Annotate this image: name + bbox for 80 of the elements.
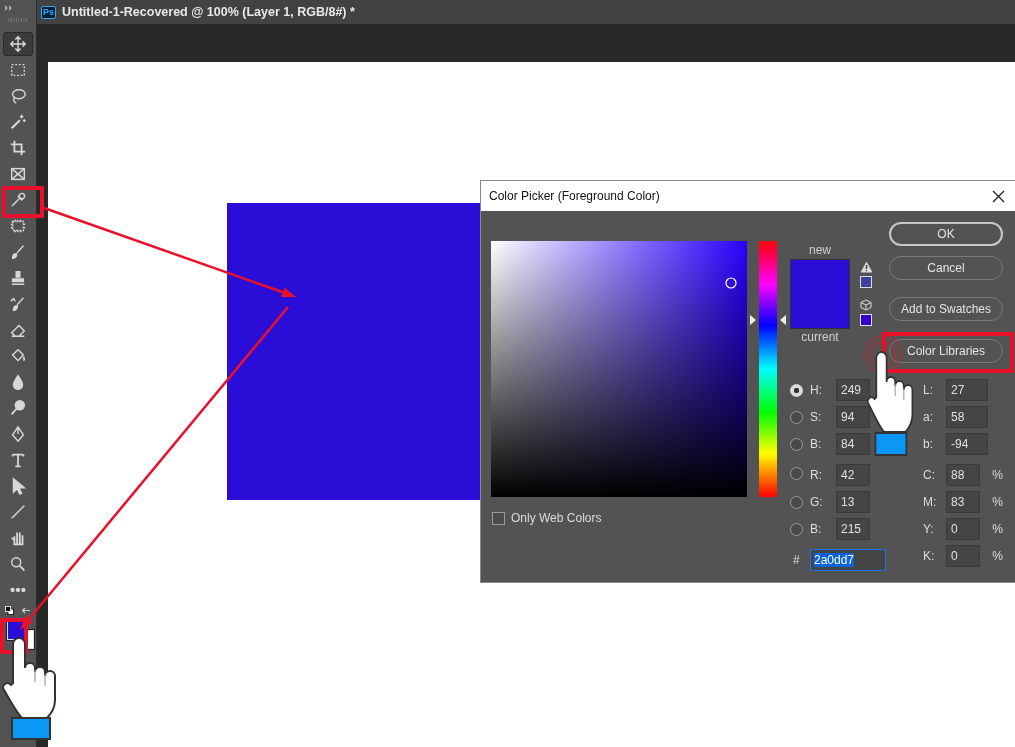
field-label: H: — [810, 382, 823, 399]
frame-icon[interactable] — [9, 165, 27, 183]
crop-icon[interactable] — [9, 139, 27, 157]
collapse-icon[interactable] — [5, 5, 13, 11]
unit-label: % — [991, 467, 1003, 484]
eyedropper-icon[interactable] — [9, 191, 27, 209]
highlight-box — [0, 618, 28, 654]
preview-label: current — [801, 330, 839, 345]
field-label: G: — [810, 494, 824, 511]
hex-field[interactable]: 2a0dd7 — [810, 549, 886, 571]
checkbox[interactable] — [492, 511, 505, 525]
hex-label: # — [792, 552, 801, 569]
dialog-title: Color Picker (Foreground Color) — [489, 189, 660, 203]
lasso-icon[interactable] — [9, 87, 27, 105]
field-label: b: — [922, 436, 934, 453]
field-label: L: — [922, 382, 934, 399]
radio-button[interactable] — [790, 410, 803, 424]
brush-icon[interactable] — [9, 243, 27, 261]
type-icon[interactable] — [9, 451, 27, 469]
close-icon[interactable] — [992, 189, 1005, 203]
value-field[interactable]: 83 — [946, 491, 980, 513]
preview-label: new — [809, 243, 831, 258]
field-label: Y: — [922, 521, 935, 538]
unit-label: % — [991, 521, 1003, 538]
value-field[interactable]: -94 — [946, 433, 988, 455]
document-title: Untitled-1-Recovered @ 100% (Layer 1, RGB/8#) * — [62, 5, 355, 19]
dialog-button[interactable]: Cancel — [889, 256, 1003, 280]
web-safe-swatch-icon[interactable] — [860, 314, 872, 326]
picker-marker-icon[interactable] — [725, 277, 737, 289]
checkbox-label: Only Web Colors — [511, 511, 602, 525]
value-field[interactable]: 42 — [836, 464, 870, 486]
dialog-button[interactable]: Add to Swatches — [889, 297, 1003, 321]
field-label: M: — [922, 494, 938, 511]
field-label: B: — [810, 436, 823, 453]
move-icon[interactable] — [9, 35, 27, 53]
field-label: R: — [810, 467, 823, 484]
field-label: a: — [922, 409, 934, 426]
value-field[interactable]: 215 — [836, 518, 870, 540]
radio-button[interactable] — [790, 466, 803, 480]
app-badge: Ps — [41, 5, 56, 19]
stamp-icon[interactable] — [9, 269, 27, 287]
tool-button[interactable] — [3, 32, 33, 56]
hue-slider-handle[interactable] — [750, 315, 786, 326]
line-icon[interactable] — [9, 503, 27, 521]
radio-button[interactable] — [790, 437, 803, 451]
value-field[interactable]: 0 — [946, 545, 980, 567]
pen-icon[interactable] — [9, 425, 27, 443]
cube-icon[interactable] — [860, 299, 872, 311]
radio-button[interactable] — [790, 522, 803, 536]
magic-wand-icon[interactable] — [9, 113, 27, 131]
hue-slider[interactable] — [750, 241, 786, 497]
unit-label: % — [991, 548, 1003, 565]
zoom-icon[interactable] — [9, 555, 27, 573]
field-label: K: — [922, 548, 936, 565]
field-label: B: — [810, 521, 823, 538]
dodge-icon[interactable] — [9, 399, 27, 417]
unit-label: % — [991, 494, 1003, 511]
value-field[interactable]: 13 — [836, 491, 870, 513]
dialog-button[interactable]: Color Libraries — [889, 339, 1003, 363]
click-ripple-icon — [864, 335, 902, 373]
dashed-rectangle-icon[interactable] — [9, 61, 27, 79]
field-label: S: — [810, 409, 823, 426]
value-field[interactable]: 249 — [836, 379, 870, 401]
value-field[interactable]: 84 — [836, 433, 870, 455]
value-field[interactable]: 27 — [946, 379, 988, 401]
history-brush-icon[interactable] — [9, 295, 27, 313]
dashed-square-icon[interactable] — [9, 217, 27, 235]
radio-button[interactable] — [790, 495, 803, 509]
value-field[interactable]: 58 — [946, 406, 988, 428]
dialog-button[interactable]: OK — [889, 222, 1003, 246]
field-label: C: — [922, 467, 936, 484]
default-colors-icon[interactable] — [5, 606, 14, 615]
swap-arrow-icon[interactable] — [21, 606, 31, 615]
value-field[interactable]: 88 — [946, 464, 980, 486]
gamut-swatch-icon[interactable] — [860, 276, 872, 288]
value-field[interactable]: 94 — [836, 406, 870, 428]
value-field[interactable]: 0 — [946, 518, 980, 540]
highlight-box — [2, 186, 44, 218]
warning-icon[interactable] — [860, 261, 873, 273]
color-field[interactable] — [491, 241, 747, 497]
